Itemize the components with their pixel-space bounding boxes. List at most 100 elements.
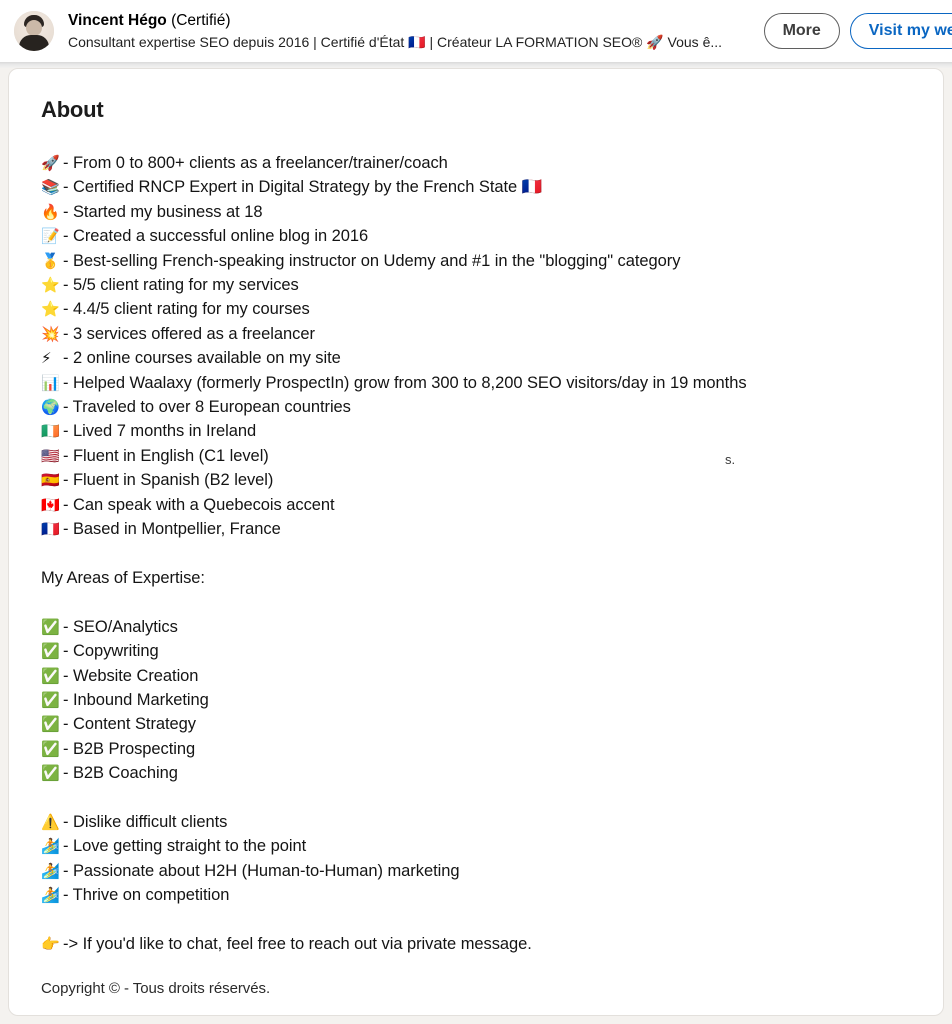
bullet-emoji-icon: 🌍 [41, 398, 60, 417]
bullet-emoji-icon: 🇮🇪 [41, 422, 60, 441]
about-line: 📚 - Certified RNCP Expert in Digital Stra… [41, 175, 913, 199]
expertise-line: ✅ - Website Creation [41, 664, 913, 688]
avatar[interactable] [14, 11, 54, 51]
about-line: 📊 - Helped Waalaxy (formerly ProspectIn) … [41, 371, 913, 395]
bullet-emoji-icon: 🚀 [41, 154, 60, 172]
about-line: 🇫🇷 - Based in Montpellier, France [41, 517, 913, 541]
check-mark-icon: ✅ [41, 764, 60, 783]
about-line-text: - Fluent in Spanish (B2 level) [63, 471, 274, 490]
check-mark-icon: ✅ [41, 715, 60, 734]
stray-text-fragment: s. [725, 452, 736, 467]
about-line-text: - 3 services offered as a freelancer [63, 324, 315, 343]
about-line: 📝 - Created a successful online blog in 2… [41, 224, 913, 248]
trait-line-text: - Love getting straight to the point [63, 837, 307, 856]
profile-action-buttons: More Visit my website [763, 13, 952, 49]
about-line: 🚀 - From 0 to 800+ clients as a freelance… [41, 151, 913, 175]
profile-name-row: Vincent Hégo (Certifié) [68, 11, 764, 31]
trait-line-text: - Passionate about H2H (Human-to-Human) … [63, 861, 460, 880]
about-line-text: - 5/5 client rating for my services [63, 276, 299, 295]
bullet-emoji-icon: 🇫🇷 [41, 520, 60, 539]
page-title: About [41, 97, 104, 122]
expertise-line-text: - Content Strategy [63, 715, 197, 734]
about-line-text: - Best-selling French-speaking instructo… [63, 251, 681, 270]
trait-line: 🏄 - Love getting straight to the point [41, 834, 913, 858]
about-card-inner: About 🚀 - From 0 to 800+ clients as a fre… [41, 97, 913, 1002]
trait-emoji-icon: 🏄 [41, 886, 60, 905]
trait-line: 🏄 - Passionate about H2H (Human-to-Human)… [41, 859, 913, 883]
about-line: 🌍 - Traveled to over 8 European countries [41, 395, 913, 419]
trait-line: ⚠️ - Dislike difficult clients [41, 810, 913, 834]
trait-line-text: - Thrive on competition [63, 886, 230, 905]
about-line-text: - 2 online courses available on my site [63, 349, 341, 368]
about-line: ⭐ - 5/5 client rating for my services [41, 273, 913, 297]
visit-website-button[interactable]: Visit my website [849, 13, 952, 49]
profile-certified-label: (Certifié) [171, 11, 231, 29]
avatar-shoulders [19, 35, 49, 51]
avatar-head [26, 20, 42, 36]
check-mark-icon: ✅ [41, 642, 60, 661]
bullet-emoji-icon: 📊 [41, 373, 60, 392]
bullet-emoji-icon: ⚡ [41, 349, 52, 368]
bullet-emoji-icon: 🔥 [41, 202, 60, 221]
traits-list: ⚠️ - Dislike difficult clients 🏄 - Love get… [41, 810, 913, 908]
trait-line-text: - Dislike difficult clients [63, 812, 228, 831]
page-background: About 🚀 - From 0 to 800+ clients as a fre… [0, 68, 952, 1024]
about-line-text: - Traveled to over 8 European countries [63, 398, 351, 417]
about-line-text: - Lived 7 months in Ireland [63, 422, 257, 441]
about-line: 🇮🇪 - Lived 7 months in Ireland [41, 419, 913, 443]
profile-header-bar: Vincent Hégo (Certifié) Consultant exper… [0, 0, 952, 62]
bullet-emoji-icon: ⭐ [41, 300, 60, 319]
about-line-text: - Created a successful online blog in 20… [63, 227, 369, 246]
bullet-emoji-icon: 📝 [41, 227, 60, 246]
about-line-text: - Fluent in English (C1 level) [63, 446, 269, 465]
cta-line: 👉 -> If you'd like to chat, feel free to… [41, 932, 913, 956]
trait-emoji-icon: 🏄 [41, 861, 60, 880]
check-mark-icon: ✅ [41, 666, 60, 685]
expertise-list: ✅ - SEO/Analytics ✅ - Copywriting ✅ - Website… [41, 615, 913, 786]
bullet-emoji-icon: ⭐ [41, 276, 60, 295]
profile-headline: Consultant expertise SEO depuis 2016 | C… [68, 33, 723, 50]
bullet-emoji-icon: 💥 [41, 324, 60, 343]
about-line-text: - From 0 to 800+ clients as a freelancer… [63, 154, 448, 172]
about-line: 🇪🇸 - Fluent in Spanish (B2 level) [41, 468, 913, 492]
expertise-line-text: - Copywriting [63, 642, 159, 661]
more-button[interactable]: More [763, 13, 840, 49]
about-line: 🇺🇸 - Fluent in English (C1 level) [41, 444, 913, 468]
expertise-line-text: - Inbound Marketing [63, 690, 209, 709]
expertise-line: ✅ - Inbound Marketing [41, 688, 913, 712]
profile-text-block: Vincent Hégo (Certifié) Consultant exper… [68, 11, 764, 52]
bullet-emoji-icon: 🥇 [41, 251, 60, 270]
expertise-line-text: - SEO/Analytics [63, 617, 178, 636]
check-mark-icon: ✅ [41, 690, 60, 709]
about-line-text: - 4.4/5 client rating for my courses [63, 300, 310, 319]
bullet-emoji-icon: 🇪🇸 [41, 471, 60, 490]
bullet-emoji-icon: 📚 [41, 178, 60, 197]
expertise-line: ✅ - Copywriting [41, 639, 913, 663]
about-line: 🇨🇦 - Can speak with a Quebecois accent [41, 493, 913, 517]
expertise-heading: My Areas of Expertise: [41, 568, 205, 587]
check-mark-icon: ✅ [41, 617, 60, 636]
about-body: 🚀 - From 0 to 800+ clients as a freelance… [41, 151, 913, 1002]
copyright-text: Copyright © - Tous droits réservés. [41, 980, 271, 998]
expertise-line-text: - Website Creation [63, 666, 199, 685]
about-card: About 🚀 - From 0 to 800+ clients as a fre… [8, 68, 944, 1016]
about-line: ⭐ - 4.4/5 client rating for my courses [41, 297, 913, 321]
expertise-line: ✅ - B2B Prospecting [41, 737, 913, 761]
expertise-line: ✅ - SEO/Analytics [41, 615, 913, 639]
about-line-text: - Based in Montpellier, France [63, 520, 281, 539]
bullet-emoji-icon: 🇺🇸 [41, 446, 60, 465]
expertise-line-text: - B2B Coaching [63, 764, 178, 783]
about-line: 💥 - 3 services offered as a freelancer [41, 322, 913, 346]
trait-line: 🏄 - Thrive on competition [41, 883, 913, 907]
about-line-text: - Can speak with a Quebecois accent [63, 495, 335, 514]
profile-name[interactable]: Vincent Hégo [68, 12, 167, 29]
expertise-line-text: - B2B Prospecting [63, 739, 196, 758]
about-lines-list: 🚀 - From 0 to 800+ clients as a freelance… [41, 151, 913, 542]
check-mark-icon: ✅ [41, 739, 60, 758]
trait-emoji-icon: ⚠️ [41, 812, 60, 831]
about-line: 🔥 - Started my business at 18 [41, 200, 913, 224]
